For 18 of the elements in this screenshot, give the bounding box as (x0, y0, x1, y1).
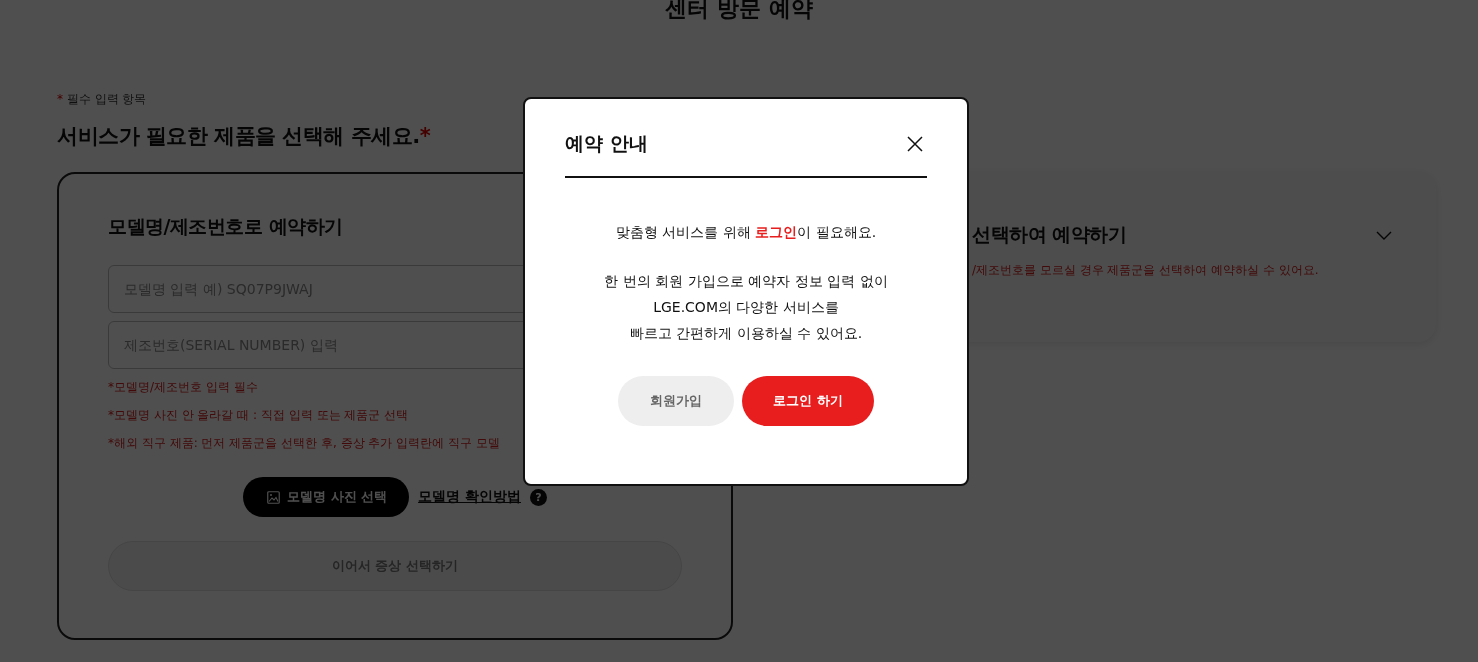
note-text: *모델명/제조번호 입력 필수 (108, 379, 259, 395)
signup-button[interactable]: 회원가입 (618, 376, 734, 426)
modal-title: 예약 안내 (565, 131, 648, 156)
note-text: *모델명 사진 안 올라갈 때 : 직접 입력 또는 제품군 선택 (108, 407, 410, 423)
login-button[interactable]: 로그인 하기 (742, 376, 874, 426)
page-title: 센터 방문 예약 (665, 0, 813, 23)
card-description: /제조번호를 모르실 경우 제품군을 선택하여 예약하실 수 있어요. (972, 262, 1320, 279)
image-icon (267, 490, 281, 504)
required-note: * 필수 입력 항목 (57, 91, 147, 108)
close-icon[interactable] (907, 136, 923, 152)
message-text: 맞춤형 서비스를 위해 로그인이 필요해요. (615, 224, 877, 242)
help-icon[interactable]: ? (529, 488, 547, 506)
help-link[interactable]: 모델명 확인방법 (418, 488, 521, 506)
photo-select-button[interactable]: 모델명 사진 선택 (243, 477, 410, 517)
card-title: 모델명/제조번호로 예약하기 (108, 214, 343, 239)
section-heading: 서비스가 필요한 제품을 선택해 주세요.* (57, 123, 431, 150)
note-text: *해외 직구 제품: 먼저 제품군을 선택한 후, 증상 추가 입력란에 직구 모델 (108, 435, 501, 451)
card-title: 선택하여 예약하기 (972, 222, 1127, 247)
